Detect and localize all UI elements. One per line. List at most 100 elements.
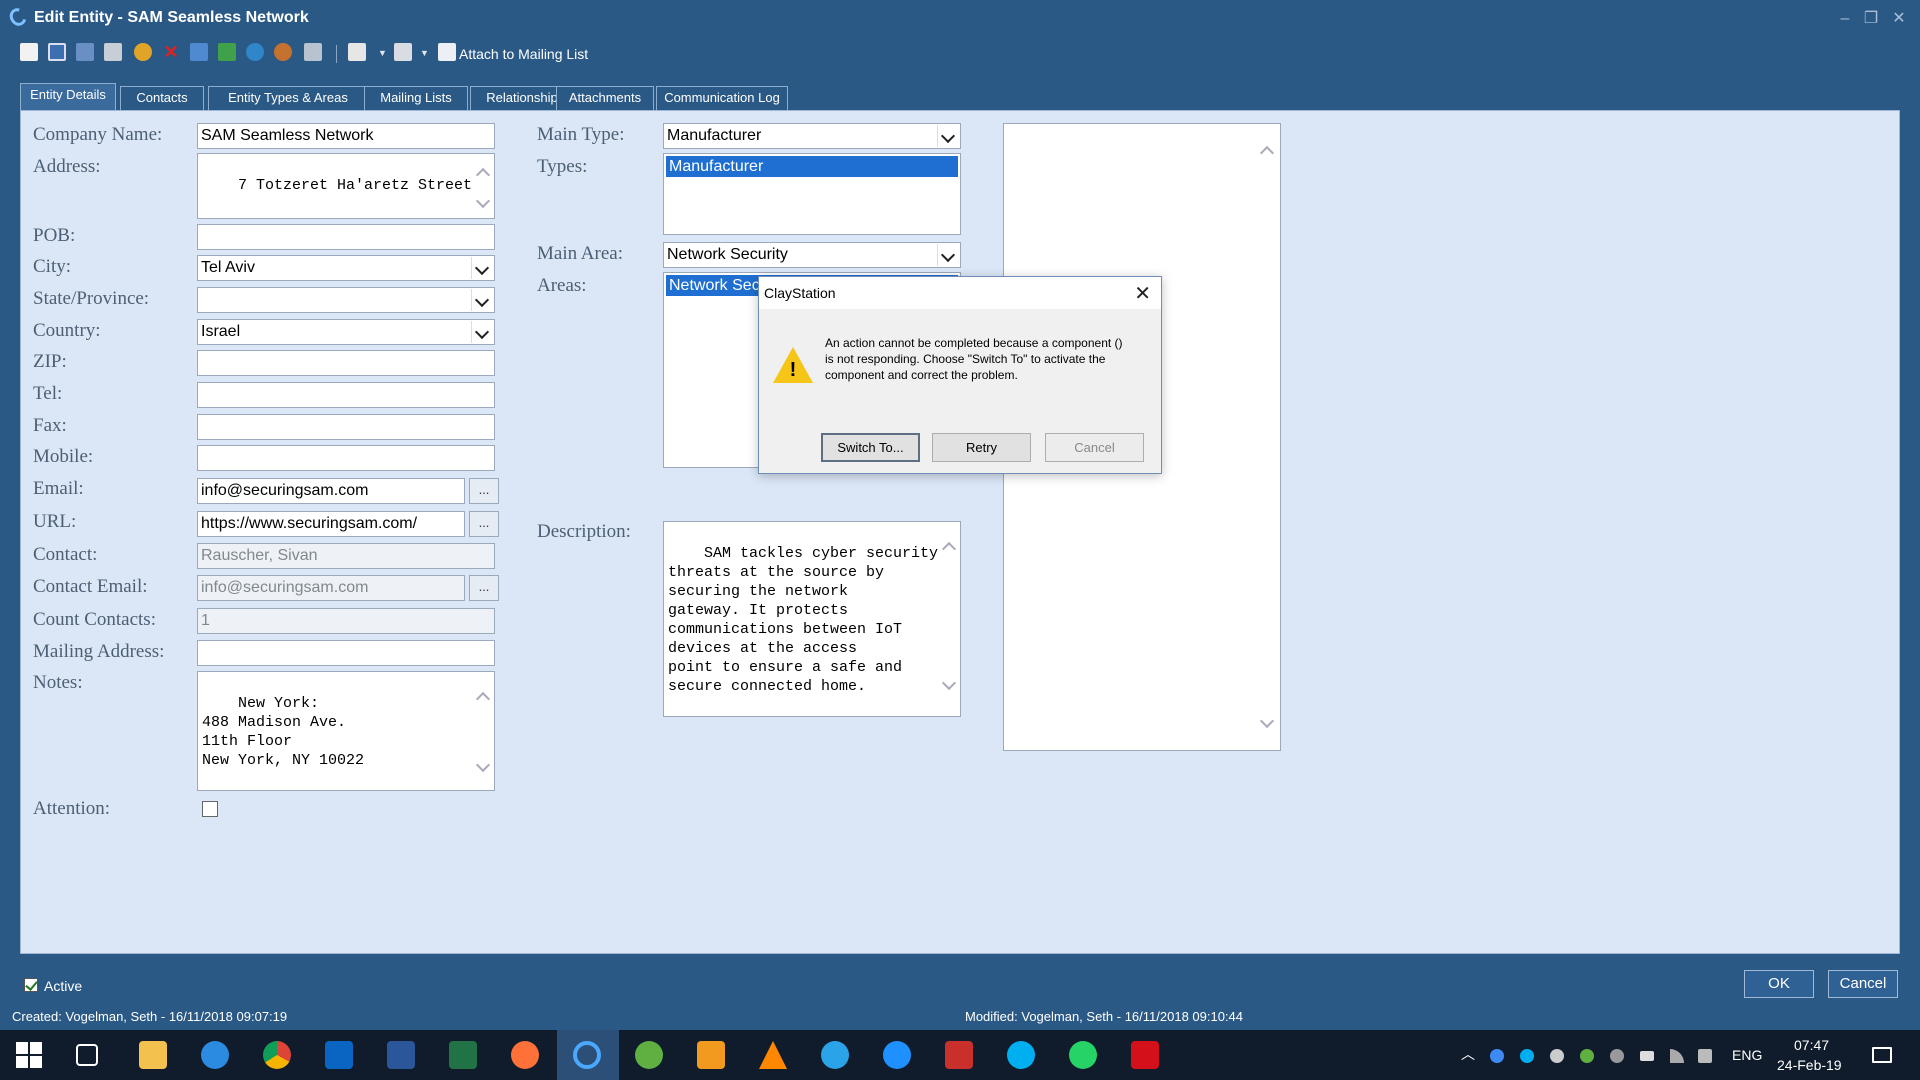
url-browse-button[interactable]: ...: [469, 511, 499, 537]
email-browse-button[interactable]: ...: [469, 478, 499, 504]
volume-icon[interactable]: [1698, 1049, 1712, 1063]
mailing-address-input[interactable]: [197, 640, 495, 666]
skype-tray-icon[interactable]: [1520, 1049, 1534, 1063]
scroll-down-icon[interactable]: [1259, 713, 1275, 729]
chevron-down-icon[interactable]: [937, 244, 959, 266]
active-checkbox[interactable]: [24, 978, 38, 992]
restore-button[interactable]: ❐: [1860, 8, 1882, 30]
internet-explorer-icon[interactable]: [201, 1041, 229, 1069]
clock-date[interactable]: 24-Feb-19: [1777, 1057, 1842, 1073]
chevron-down-icon[interactable]: [471, 321, 493, 343]
attention-checkbox[interactable]: [202, 801, 218, 817]
print-icon[interactable]: [104, 43, 122, 61]
tab-mailing-lists[interactable]: Mailing Lists: [364, 86, 468, 110]
scroll-down-icon[interactable]: [475, 193, 491, 209]
close-window-button[interactable]: ✕: [1888, 8, 1910, 30]
scroll-up-icon[interactable]: [1259, 145, 1275, 161]
notifications-icon[interactable]: [1872, 1047, 1892, 1063]
tab-entity-types-areas[interactable]: Entity Types & Areas: [208, 86, 368, 110]
firefox-icon[interactable]: [511, 1041, 539, 1069]
grammarly-tray-icon[interactable]: [1550, 1049, 1564, 1063]
main-area-select[interactable]: Network Security: [663, 242, 961, 268]
edit-icon[interactable]: [348, 43, 366, 61]
document-icon[interactable]: [394, 43, 412, 61]
country-select[interactable]: Israel: [197, 319, 495, 345]
types-list-item[interactable]: Manufacturer: [666, 156, 958, 177]
refresh-icon[interactable]: [134, 43, 152, 61]
pob-input[interactable]: [197, 224, 495, 250]
file-explorer-icon[interactable]: [139, 1041, 167, 1069]
save-close-icon[interactable]: [76, 43, 94, 61]
save-icon[interactable]: [48, 43, 66, 61]
notes-textarea[interactable]: New York: 488 Madison Ave. 11th Floor Ne…: [197, 671, 495, 791]
delete-icon[interactable]: ✕: [162, 43, 180, 61]
settings-tray-icon[interactable]: [1610, 1049, 1624, 1063]
scroll-up-icon[interactable]: [475, 691, 491, 707]
fax-input[interactable]: [197, 414, 495, 440]
export-icon[interactable]: [218, 43, 236, 61]
mobile-input[interactable]: [197, 445, 495, 471]
tab-communication-log[interactable]: Communication Log: [656, 86, 788, 110]
zip-input[interactable]: [197, 350, 495, 376]
city-select[interactable]: Tel Aviv: [197, 255, 495, 281]
company-name-input[interactable]: SAM Seamless Network: [197, 123, 495, 149]
skype-icon[interactable]: [1007, 1041, 1035, 1069]
tab-entity-details[interactable]: Entity Details: [20, 83, 116, 110]
minimize-button[interactable]: –: [1834, 8, 1856, 30]
dialog-cancel-button[interactable]: Cancel: [1045, 433, 1144, 462]
acrobat-icon[interactable]: [1131, 1041, 1159, 1069]
contact-email-browse-button[interactable]: ...: [469, 575, 499, 601]
language-indicator[interactable]: ENG: [1732, 1047, 1762, 1063]
chevron-down-icon[interactable]: ▼: [420, 48, 429, 58]
retry-button[interactable]: Retry: [932, 433, 1031, 462]
excel-icon[interactable]: [449, 1041, 477, 1069]
tray-expand-icon[interactable]: ︿: [1461, 1044, 1475, 1064]
scroll-up-icon[interactable]: [941, 541, 957, 557]
messenger-icon[interactable]: [883, 1041, 911, 1069]
chevron-down-icon[interactable]: [471, 257, 493, 279]
vlc-icon[interactable]: [759, 1041, 787, 1069]
print-preview-icon[interactable]: [304, 43, 322, 61]
media-player-icon[interactable]: [697, 1041, 725, 1069]
ok-button[interactable]: OK: [1744, 970, 1814, 998]
main-type-select[interactable]: Manufacturer: [663, 123, 961, 149]
chevron-down-icon[interactable]: ▼: [378, 48, 387, 58]
tel-input[interactable]: [197, 382, 495, 408]
task-view-icon[interactable]: [76, 1044, 98, 1066]
scroll-down-icon[interactable]: [941, 675, 957, 691]
description-textarea[interactable]: SAM tackles cyber security threats at th…: [663, 521, 961, 717]
attach-icon[interactable]: [438, 43, 456, 61]
address-textarea[interactable]: 7 Totzeret Ha'aretz Street: [197, 153, 495, 219]
email-input[interactable]: info@securingsam.com: [197, 478, 465, 504]
tab-contacts[interactable]: Contacts: [120, 86, 204, 110]
chevron-down-icon[interactable]: [937, 125, 959, 147]
scroll-up-icon[interactable]: [475, 167, 491, 183]
copy-icon[interactable]: [190, 43, 208, 61]
chrome-icon[interactable]: [263, 1041, 291, 1069]
clock-time[interactable]: 07:47: [1794, 1037, 1829, 1053]
attach-mailing-list-button[interactable]: Attach to Mailing List: [459, 46, 588, 62]
outlook-icon[interactable]: [325, 1041, 353, 1069]
grammarly-icon[interactable]: [821, 1041, 849, 1069]
word-icon[interactable]: [387, 1041, 415, 1069]
tab-attachments[interactable]: Attachments: [556, 86, 654, 110]
url-input[interactable]: https://www.securingsam.com/: [197, 511, 465, 537]
utorrent-tray-icon[interactable]: [1580, 1049, 1594, 1063]
new-icon[interactable]: [20, 43, 38, 61]
shield-app-icon[interactable]: [945, 1041, 973, 1069]
sync-icon[interactable]: [246, 43, 264, 61]
switch-to-button[interactable]: Switch To...: [821, 433, 920, 462]
state-select[interactable]: [197, 287, 495, 313]
utorrent-icon[interactable]: [635, 1041, 663, 1069]
cancel-button[interactable]: Cancel: [1828, 970, 1898, 998]
whatsapp-icon[interactable]: [1069, 1041, 1097, 1069]
battery-icon[interactable]: [1640, 1051, 1654, 1061]
scroll-down-icon[interactable]: [475, 757, 491, 773]
dialog-close-button[interactable]: ✕: [1134, 281, 1151, 306]
chevron-down-icon[interactable]: [471, 289, 493, 311]
claystation-icon[interactable]: [573, 1041, 601, 1069]
dropbox-icon[interactable]: [1490, 1049, 1504, 1063]
users-icon[interactable]: [274, 43, 292, 61]
wifi-icon[interactable]: [1670, 1049, 1684, 1063]
types-listbox[interactable]: Manufacturer: [663, 153, 961, 235]
